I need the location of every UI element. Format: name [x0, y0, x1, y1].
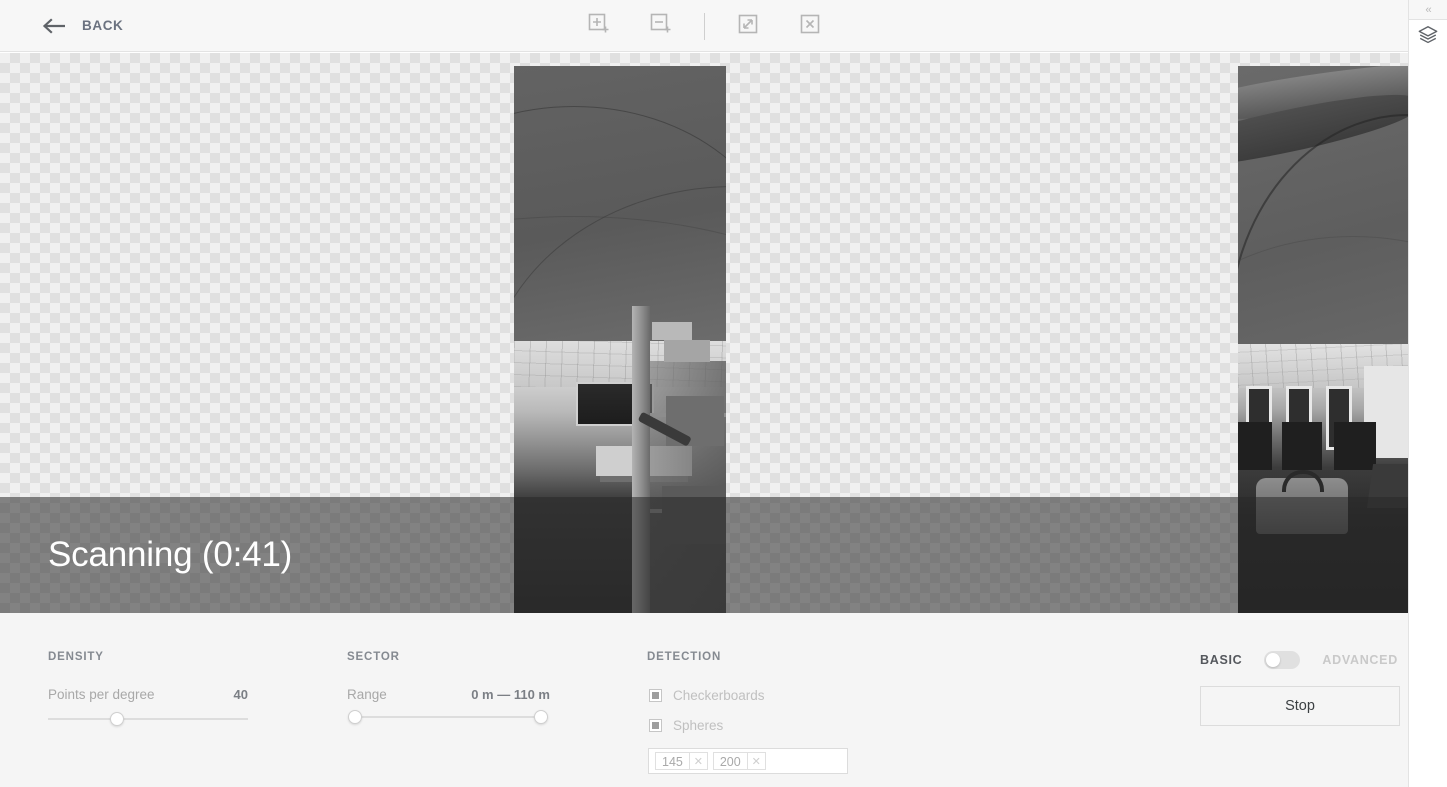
subtract-selection-icon [649, 12, 673, 41]
basic-advanced-toggle[interactable] [1264, 651, 1301, 669]
range-min-handle[interactable] [348, 710, 362, 724]
checkerboards-label: Checkerboards [673, 688, 765, 703]
sector-control-row: Range 0 m — 110 m [347, 687, 550, 702]
monitor-feature [1282, 422, 1322, 470]
size-chip-value: 145 [655, 752, 689, 770]
basic-mode-label[interactable]: BASIC [1200, 653, 1242, 667]
scan-image-strip-1 [514, 66, 726, 613]
stop-button[interactable]: Stop [1200, 686, 1400, 726]
column-feature [632, 306, 650, 613]
checkbox-mark [652, 722, 659, 729]
scan-image-strip-2 [1238, 66, 1408, 613]
density-control-row: Points per degree 40 [48, 687, 248, 702]
range-slider[interactable] [348, 708, 548, 726]
box-feature [662, 486, 726, 544]
points-per-degree-label: Points per degree [48, 687, 155, 702]
right-sidebar: ‹‹ [1408, 0, 1447, 787]
spheres-checkbox[interactable] [649, 719, 662, 732]
box-feature [664, 340, 710, 362]
settings-panel: DENSITY Points per degree 40 SECTOR Rang… [0, 613, 1408, 787]
layers-panel-button[interactable] [1409, 20, 1447, 54]
detection-section-title: DETECTION [647, 651, 722, 663]
chevrons-left-icon: ‹‹ [1425, 3, 1431, 16]
box-feature [652, 322, 692, 340]
mode-toggle-row: BASIC ADVANCED [1200, 651, 1398, 669]
checkbox-mark [652, 692, 659, 699]
subtract-selection-button[interactable] [630, 0, 692, 52]
size-chip: 200 ✕ [712, 752, 766, 770]
toggle-knob [1266, 653, 1281, 667]
toolbar-divider [703, 12, 705, 40]
scan-viewport[interactable]: Scanning (0:41) [0, 53, 1408, 613]
back-label: BACK [82, 18, 124, 33]
arrow-left-icon [42, 17, 68, 34]
fit-to-screen-button[interactable] [717, 0, 779, 52]
slider-handle[interactable] [110, 712, 124, 726]
range-label: Range [347, 687, 387, 702]
add-selection-button[interactable] [568, 0, 630, 52]
clear-selection-button[interactable] [779, 0, 841, 52]
collapse-sidebar-button[interactable]: ‹‹ [1409, 0, 1447, 19]
spheres-label: Spheres [673, 718, 724, 733]
panorama-image-1 [514, 66, 726, 613]
monitor-feature [1334, 422, 1376, 470]
slider-track [348, 716, 548, 718]
size-chip-value: 200 [712, 752, 747, 770]
points-per-degree-value: 40 [233, 687, 248, 702]
checkbox-row-spheres[interactable]: Spheres [649, 718, 723, 733]
rectangle-x-icon [798, 12, 822, 41]
back-button[interactable]: BACK [42, 17, 124, 34]
scanner-app-window: BACK ‹‹ Scanning (0:41) DENSITY Points p… [0, 0, 1447, 787]
advanced-mode-label[interactable]: ADVANCED [1322, 653, 1398, 667]
density-section-title: DENSITY [48, 651, 104, 663]
add-selection-icon [587, 12, 611, 41]
monitor-feature [1238, 422, 1272, 470]
detection-sizes-input[interactable]: 145 ✕ 200 ✕ [648, 748, 848, 774]
laptop-feature [1366, 464, 1408, 508]
points-per-degree-slider[interactable] [48, 710, 248, 728]
layers-icon [1417, 24, 1439, 51]
sector-section-title: SECTOR [347, 651, 400, 663]
expand-diagonal-icon [736, 12, 760, 41]
close-icon[interactable]: ✕ [688, 752, 708, 770]
panorama-image-2 [1238, 66, 1408, 613]
slider-track [48, 718, 248, 720]
top-bar: BACK [0, 0, 1408, 52]
checkbox-row-checkerboards[interactable]: Checkerboards [649, 688, 765, 703]
checkerboards-checkbox[interactable] [649, 689, 662, 702]
size-chip: 145 ✕ [655, 752, 708, 770]
range-value: 0 m — 110 m [471, 687, 550, 702]
close-icon[interactable]: ✕ [746, 752, 766, 770]
scan-status-text: Scanning (0:41) [48, 535, 293, 574]
viewport-toolbar [0, 0, 1408, 52]
range-max-handle[interactable] [534, 710, 548, 724]
